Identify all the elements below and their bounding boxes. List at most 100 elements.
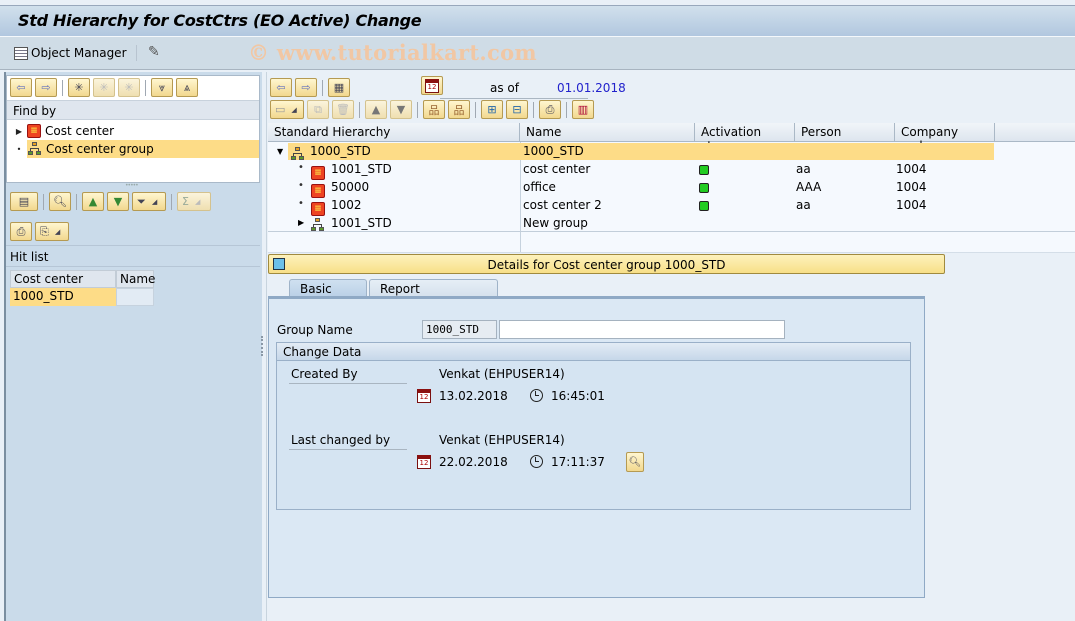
back-button[interactable]: ⇦ [10,78,32,97]
column-header-hierarchy[interactable]: Standard Hierarchy [268,123,520,142]
hit-list-column-header[interactable]: Cost center group [10,270,116,300]
copy-icon: ⧉ [314,102,322,116]
pencil-icon[interactable]: ✎ [148,44,160,60]
hit-list-cell-name[interactable] [116,288,154,306]
find-item-cost-center-group[interactable]: • Cost center group [15,140,259,158]
back-button[interactable]: ⇦ [270,78,292,97]
column-header-company[interactable]: Company code [895,123,995,153]
export-button[interactable]: ⎘ ◢ [35,222,69,241]
collapse-all-button[interactable]: ⩓ [176,78,198,97]
last-changed-label: Last changed by [289,433,407,450]
divider [6,245,260,246]
new-button: ✳ [93,78,115,97]
object-manager-button[interactable]: Object Manager [14,46,127,60]
new-document-icon: ▭ [275,103,286,116]
find-item-label: Cost center group [46,142,154,156]
dropdown-arrow-icon: ◢ [54,227,61,236]
create-node-button[interactable]: ▭ ◢ [270,100,304,119]
find-button[interactable]: 🔍︎ [49,192,71,211]
tree-node-label[interactable]: 1002 [331,196,362,214]
toolbar-separator [475,101,476,118]
expand-all-icon: ⩔ [158,80,166,94]
filter-button[interactable]: ⏷ ◢ [132,192,166,211]
create-button[interactable]: ✳ [68,78,90,97]
delete-button: 🗑︎ [332,100,354,119]
demote-node-button[interactable]: 品 [448,100,470,119]
find-item-cost-center[interactable]: ▶ ≡ Cost center [15,122,259,140]
column-header-name[interactable]: Name [520,123,695,142]
collapse-arrow-icon[interactable]: ▼ [277,142,283,160]
page-title: Std Hierarchy for CostCtrs (EO Active) C… [18,11,422,30]
hit-list-toolbar: ▤ 🔍︎ ▲ ▼ ⏷ ◢ Σ ◢ [10,192,211,211]
splitter-grip[interactable]: ••••• [125,182,139,189]
print-button[interactable]: ⎙ [10,222,32,241]
filter-icon: ⏷ [137,194,146,208]
tree-node-label[interactable]: 50000 [331,178,369,196]
forward-button[interactable]: ⇨ [295,78,317,97]
column-header-person[interactable]: Person respo... [795,123,895,153]
change-history-button[interactable]: 🔍︎ [626,452,644,472]
expand-icon: ⊞ [487,103,497,116]
move-up-button: ▲ [365,100,387,119]
status-active-icon [699,201,709,211]
toolbar-separator [171,193,172,210]
sort-ascending-button[interactable]: ▲ [82,192,104,211]
tree-node-label[interactable]: 1000_STD [310,142,371,160]
asterisk-icon: ✳ [99,81,109,94]
list-button[interactable]: ▦ [328,78,350,97]
company-code: 1004 [896,162,927,176]
group-name-field[interactable]: 1000_STD [422,320,497,339]
hit-list-cell-group[interactable]: 1000_STD [10,288,116,306]
printer-icon: ⎙ [545,102,555,116]
sort-descending-icon: ▼ [113,195,123,208]
copy-button: ⧉ [307,100,329,119]
list-icon: ▦ [333,81,345,94]
column-header-activation[interactable]: Activation sta... [695,123,795,153]
application-toolbar: Object Manager ✎ © www.tutorialkart.com [0,36,1075,70]
column-config-button[interactable]: ▥ [572,100,594,119]
total-button: Σ ◢ [177,192,211,211]
magnifier-icon: 🔍︎ [628,456,642,468]
date-picker-button[interactable]: 12 [421,76,443,95]
last-changed-time-value: 17:11:37 [551,455,605,469]
hit-list-label: Hit list [10,250,49,264]
created-date-value: 13.02.2018 [439,389,508,403]
tree-row-selected[interactable] [288,143,994,160]
promote-node-button[interactable]: 品 [423,100,445,119]
leaf-dot-icon: • [298,198,304,209]
group-description-field[interactable] [499,320,785,339]
company-code: 1004 [896,198,927,212]
as-of-date[interactable]: 01.01.2018 [557,81,626,95]
tree-node-label[interactable]: 1001_STD [331,160,392,178]
trash-icon: 🗑︎ [336,103,350,116]
arrow-left-icon: ⇦ [16,81,26,94]
cost-center-icon: ≡ [311,166,325,180]
hit-list-toolbar-2: ⎙ ⎘ ◢ [10,222,69,241]
created-time-value: 16:45:01 [551,389,605,403]
forward-button[interactable]: ⇨ [35,78,57,97]
created-by-value: Venkat (EHPUSER14) [439,367,565,381]
print-button[interactable]: ⎙ [539,100,561,119]
tree-node-label[interactable]: 1001_STD [331,214,392,232]
collapse-subtree-button[interactable]: ⊟ [506,100,528,119]
expand-all-button[interactable]: ⩔ [151,78,173,97]
expand-subtree-button[interactable]: ⊞ [481,100,503,119]
expand-arrow-icon[interactable]: ▶ [15,127,23,136]
created-by-label: Created By [289,367,407,384]
sort-descending-button[interactable]: ▼ [107,192,129,211]
selected-row-highlight: Cost center group [27,140,259,158]
hierarchy-edit-toolbar: ▭ ◢ ⧉ 🗑︎ ▲ ▼ 品 品 ⊞ ⊟ ⎙ ▥ [270,100,594,119]
tree-node-name: New group [523,216,588,230]
details-button[interactable]: ▤ [10,192,38,211]
details-header-text: Details for Cost center group 1000_STD [487,258,726,272]
pane-splitter[interactable] [261,336,264,356]
tree-node-name: cost center [523,162,591,176]
hierarchy-up-icon: 品 [428,103,440,117]
toolbar-separator [566,101,567,118]
calendar-icon: 12 [417,389,431,403]
hit-list-column-header[interactable]: Name [116,270,155,288]
find-toolbar: ⇦ ⇨ ✳ ✳ ✳ ⩔ ⩓ [10,78,198,97]
last-changed-date-value: 22.02.2018 [439,455,508,469]
object-manager-icon [14,46,28,60]
toolbar-separator [533,101,534,118]
